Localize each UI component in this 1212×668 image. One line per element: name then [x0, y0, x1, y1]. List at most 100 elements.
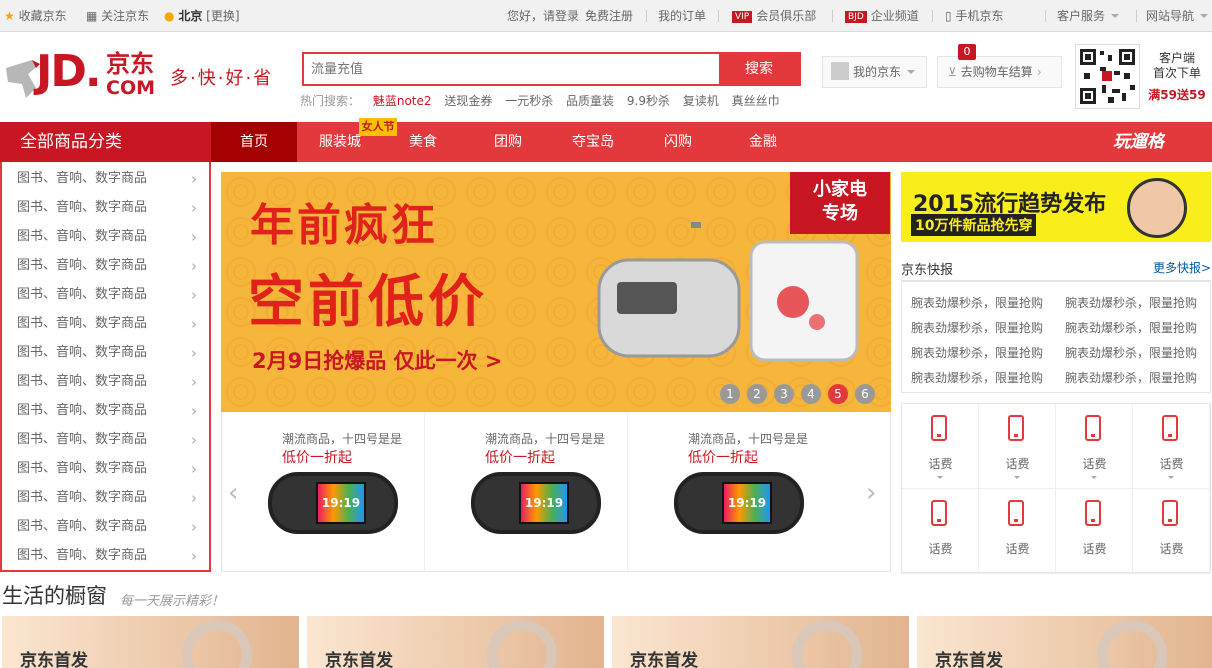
trend-promo-banner[interactable]: 2015流行趋势发布 10万件新品抢先穿	[901, 172, 1211, 242]
banner-page-dot[interactable]: 2	[747, 384, 767, 404]
ring-image	[792, 620, 862, 668]
hot-search-link[interactable]: 送现金券	[444, 94, 492, 108]
chevron-right-icon[interactable]: ›	[866, 478, 876, 508]
register-link[interactable]: 免费注册	[585, 0, 633, 32]
service-item[interactable]: 话费	[979, 489, 1056, 574]
hot-searches: 热门搜索： 魅蓝note2 送现金券 一元秒杀 品质童装 9.9秒杀 复读机 真…	[300, 92, 789, 109]
chevron-right-icon: ›	[191, 460, 197, 478]
news-item[interactable]: 腕表劲爆秒杀，限量抢购	[1065, 294, 1197, 311]
category-item[interactable]: 图书、音响、数字商品 ›	[17, 488, 201, 508]
chevron-right-icon: ›	[191, 199, 197, 217]
category-item[interactable]: 图书、音响、数字商品 ›	[17, 256, 201, 276]
product-card[interactable]: 潮流商品，十四号是是 低价一折起 19:19	[628, 412, 831, 572]
nav-groupbuy[interactable]: 团购	[463, 122, 553, 162]
search-input[interactable]	[304, 54, 720, 84]
category-item[interactable]: 图书、音响、数字商品 ›	[17, 372, 201, 392]
banner-page-dot[interactable]: 4	[801, 384, 821, 404]
nav-flashsale[interactable]: 闪购	[633, 122, 723, 162]
pin-icon: ●	[164, 9, 175, 23]
chevron-right-icon: ›	[191, 228, 197, 246]
smartband-image: 19:19	[268, 472, 398, 534]
news-item[interactable]: 腕表劲爆秒杀，限量抢购	[911, 344, 1043, 361]
showcase-tile[interactable]: 京东首发	[307, 616, 604, 668]
logo-jd[interactable]: JD.	[36, 50, 102, 94]
follow-link[interactable]: ▦ 关注京东	[86, 0, 149, 32]
category-item[interactable]: 图书、音响、数字商品 ›	[17, 343, 201, 363]
showcase-tile[interactable]: 京东首发	[612, 616, 909, 668]
nav-finance[interactable]: 金融	[723, 122, 803, 162]
location-selector[interactable]: ● 北京 [更换]	[164, 0, 240, 32]
login-link[interactable]: 您好，请登录	[507, 0, 579, 32]
category-item[interactable]: 图书、音响、数字商品 ›	[17, 285, 201, 305]
service-item[interactable]: 话费	[979, 404, 1056, 489]
logo-chinese: 京东	[106, 50, 154, 78]
customer-service-menu[interactable]: 客户服务	[1057, 0, 1120, 32]
qr-code-icon	[1080, 49, 1135, 104]
hot-search-link[interactable]: 品质童装	[566, 94, 614, 108]
hot-search-link[interactable]: 真丝丝巾	[732, 94, 780, 108]
my-orders-link[interactable]: 我的订单	[658, 0, 706, 32]
mobile-jd-link[interactable]: ▯ 手机京东	[945, 0, 1003, 32]
ring-image	[182, 620, 252, 668]
showcase-tile[interactable]: 京东首发	[2, 616, 299, 668]
site-nav-menu[interactable]: 网站导航	[1146, 0, 1209, 32]
my-jd-button[interactable]: 我的京东	[822, 56, 927, 88]
chevron-right-icon: ›	[191, 547, 197, 565]
showcase-tile[interactable]: 京东首发	[917, 616, 1212, 668]
hot-search-link[interactable]: 复读机	[683, 94, 719, 108]
news-item[interactable]: 腕表劲爆秒杀，限量抢购	[911, 369, 1043, 386]
product-card[interactable]: 潮流商品，十四号是是 低价一折起 19:19	[425, 412, 628, 572]
chevron-right-icon: ›	[191, 373, 197, 391]
cart-button[interactable]: ⊻ 去购物车结算 ›	[937, 56, 1062, 88]
news-item[interactable]: 腕表劲爆秒杀，限量抢购	[1065, 319, 1197, 336]
category-item[interactable]: 图书、音响、数字商品 ›	[17, 198, 201, 218]
service-item[interactable]: 话费	[902, 404, 979, 489]
slogan: 多·快·好·省	[170, 68, 274, 89]
news-item[interactable]: 腕表劲爆秒杀，限量抢购	[1065, 344, 1197, 361]
category-item[interactable]: 图书、音响、数字商品 ›	[17, 546, 201, 566]
news-item[interactable]: 腕表劲爆秒杀，限量抢购	[911, 294, 1043, 311]
enterprise-link[interactable]: BJD 企业频道	[845, 0, 919, 32]
news-item[interactable]: 腕表劲爆秒杀，限量抢购	[1065, 369, 1197, 386]
banner-page-dot[interactable]: 6	[855, 384, 875, 404]
divider	[646, 10, 647, 22]
category-item[interactable]: 图书、音响、数字商品 ›	[17, 459, 201, 479]
vip-link[interactable]: VIP 会员俱乐部	[732, 0, 816, 32]
all-categories-button[interactable]: 全部商品分类	[0, 122, 211, 162]
category-item[interactable]: 图书、音响、数字商品 ›	[17, 401, 201, 421]
divider	[932, 10, 933, 22]
chevron-down-icon	[907, 70, 916, 74]
favorite-link[interactable]: ★ 收藏京东	[4, 0, 67, 32]
banner-page-dot[interactable]: 3	[774, 384, 794, 404]
news-more-link[interactable]: 更多快报>	[1153, 259, 1211, 276]
category-item[interactable]: 图书、音响、数字商品 ›	[17, 314, 201, 334]
chevron-down-icon	[1091, 476, 1097, 479]
hot-search-label: 热门搜索：	[300, 94, 361, 108]
search-button[interactable]: 搜索	[719, 54, 799, 84]
star-icon: ★	[4, 9, 15, 23]
service-item[interactable]: 话费	[1056, 404, 1133, 489]
nav-home[interactable]: 首页	[211, 122, 297, 162]
hot-search-link[interactable]: 一元秒杀	[505, 94, 553, 108]
news-item[interactable]: 腕表劲爆秒杀，限量抢购	[911, 319, 1043, 336]
user-icon	[831, 62, 849, 80]
banner-page-dot[interactable]: 1	[720, 384, 740, 404]
service-item[interactable]: 话费	[902, 489, 979, 574]
product-card[interactable]: 潮流商品，十四号是是 低价一折起 19:19	[222, 412, 425, 572]
nav-special-link[interactable]: 玩遛格	[1113, 122, 1164, 162]
phone-icon	[1085, 415, 1101, 441]
category-item[interactable]: 图书、音响、数字商品 ›	[17, 517, 201, 537]
hot-search-link[interactable]: 9.9秒杀	[627, 94, 670, 108]
nav-auction[interactable]: 夺宝岛	[553, 122, 633, 162]
chevron-down-icon	[937, 476, 943, 479]
category-item[interactable]: 图书、音响、数字商品 ›	[17, 169, 201, 189]
category-item[interactable]: 图书、音响、数字商品 ›	[17, 227, 201, 247]
banner-page-dot[interactable]: 5	[828, 384, 848, 404]
category-item[interactable]: 图书、音响、数字商品 ›	[17, 430, 201, 450]
nav-food[interactable]: 美食	[383, 122, 463, 162]
chevron-right-icon: ›	[191, 286, 197, 304]
service-item[interactable]: 话费	[1056, 489, 1133, 574]
hot-search-link[interactable]: 魅蓝note2	[373, 94, 432, 108]
service-item[interactable]: 话费	[1133, 489, 1210, 574]
service-item[interactable]: 话费	[1133, 404, 1210, 489]
